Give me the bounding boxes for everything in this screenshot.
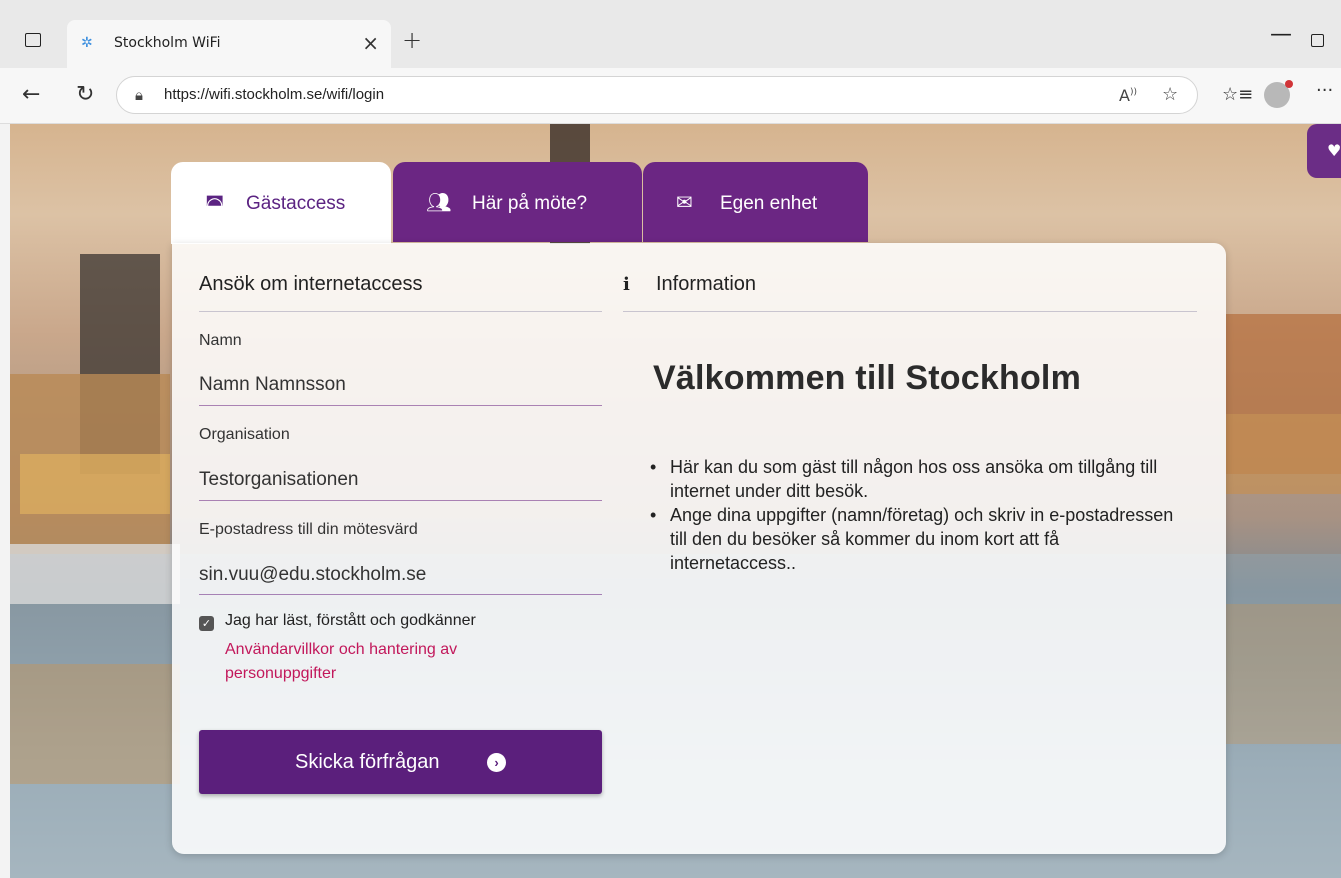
info-list: Här kan du som gäst till någon hos oss a… — [650, 455, 1190, 575]
submit-label: Skicka förfrågan — [295, 751, 440, 773]
submit-request-button[interactable]: Skicka förfrågan › — [199, 730, 602, 794]
name-field-underline — [199, 405, 602, 406]
inbox-icon: ◚ — [205, 194, 225, 216]
more-menu-icon[interactable]: ··· — [1316, 80, 1333, 101]
name-label: Namn — [199, 332, 242, 349]
users-icon: 👥︎ — [426, 192, 452, 214]
info-title-divider — [623, 311, 1197, 312]
favorites-icon[interactable]: ☆≡ — [1222, 84, 1253, 105]
consent-checkbox[interactable]: ✓ — [199, 616, 214, 631]
chevron-circle-right-icon: › — [487, 753, 506, 772]
refresh-icon[interactable]: ↻ — [76, 82, 94, 107]
browser-tab-title: Stockholm WiFi — [114, 35, 221, 51]
organisation-field-underline — [199, 500, 602, 501]
notification-dot-icon — [1285, 80, 1293, 88]
url-text[interactable]: https://wifi.stockholm.se/wifi/login — [164, 86, 384, 103]
envelope-icon: ✉︎ — [676, 192, 693, 214]
browser-tab[interactable]: ✲ Stockholm WiFi × — [67, 20, 391, 68]
page-background: ♥ ◚ Gästaccess 👥︎ Här på möte? ✉︎ Egen e… — [10, 124, 1341, 878]
organisation-label: Organisation — [199, 426, 290, 443]
tab-gastaccess[interactable]: ◚ Gästaccess — [171, 162, 391, 244]
host-email-label: E-postadress till din mötesvärd — [199, 521, 418, 538]
terms-link[interactable]: Användarvillkor och hantering av personu… — [225, 638, 555, 686]
tab-har-pa-mote[interactable]: 👥︎ Här på möte? — [393, 162, 642, 242]
new-tab-icon[interactable]: + — [402, 26, 422, 54]
tab-label: Här på möte? — [472, 193, 588, 214]
back-icon[interactable]: ← — [22, 82, 40, 107]
info-icon: i — [623, 274, 630, 295]
consent-text: Jag har läst, förstått och godkänner — [225, 612, 476, 629]
site-info-icon[interactable]: 🔒︎ — [135, 86, 143, 104]
profile-avatar[interactable] — [1264, 80, 1293, 108]
guest-access-card: Ansök om internetaccess Namn Namn Namnss… — [172, 243, 1226, 854]
feedback-widget[interactable]: ♥ — [1307, 124, 1341, 178]
host-email-field-underline — [199, 594, 602, 595]
name-field[interactable]: Namn Namnsson — [199, 374, 346, 396]
form-title: Ansök om internetaccess — [199, 273, 423, 295]
stockholm-favicon-icon: ✲ — [81, 35, 93, 51]
feedback-icon: ♥ — [1327, 141, 1341, 160]
tab-label: Gästaccess — [246, 193, 346, 214]
list-item: Ange dina uppgifter (namn/företag) och s… — [650, 503, 1190, 575]
organisation-field[interactable]: Testorganisationen — [199, 469, 359, 491]
welcome-heading: Välkommen till Stockholm — [653, 359, 1082, 397]
list-item: Här kan du som gäst till någon hos oss a… — [650, 455, 1190, 503]
browser-toolbar: ← ↻ 🔒︎ https://wifi.stockholm.se/wifi/lo… — [0, 68, 1341, 124]
tab-label: Egen enhet — [720, 193, 818, 214]
close-tab-icon[interactable]: × — [362, 31, 379, 55]
maximize-icon[interactable] — [1311, 34, 1324, 47]
form-title-divider — [199, 311, 602, 312]
tab-egen-enhet[interactable]: ✉︎ Egen enhet — [643, 162, 868, 242]
info-title: Information — [656, 273, 757, 295]
minimize-icon[interactable]: — — [1270, 22, 1292, 47]
host-email-field[interactable]: sin.vuu@edu.stockholm.se — [199, 564, 426, 586]
read-aloud-icon[interactable]: A)) — [1119, 86, 1137, 105]
address-bar[interactable]: 🔒︎ https://wifi.stockholm.se/wifi/login … — [116, 76, 1198, 114]
tab-actions-icon[interactable] — [25, 33, 41, 47]
browser-tab-strip: ✲ Stockholm WiFi × + — — [0, 0, 1341, 68]
favorite-star-icon[interactable]: ☆ — [1162, 84, 1178, 105]
